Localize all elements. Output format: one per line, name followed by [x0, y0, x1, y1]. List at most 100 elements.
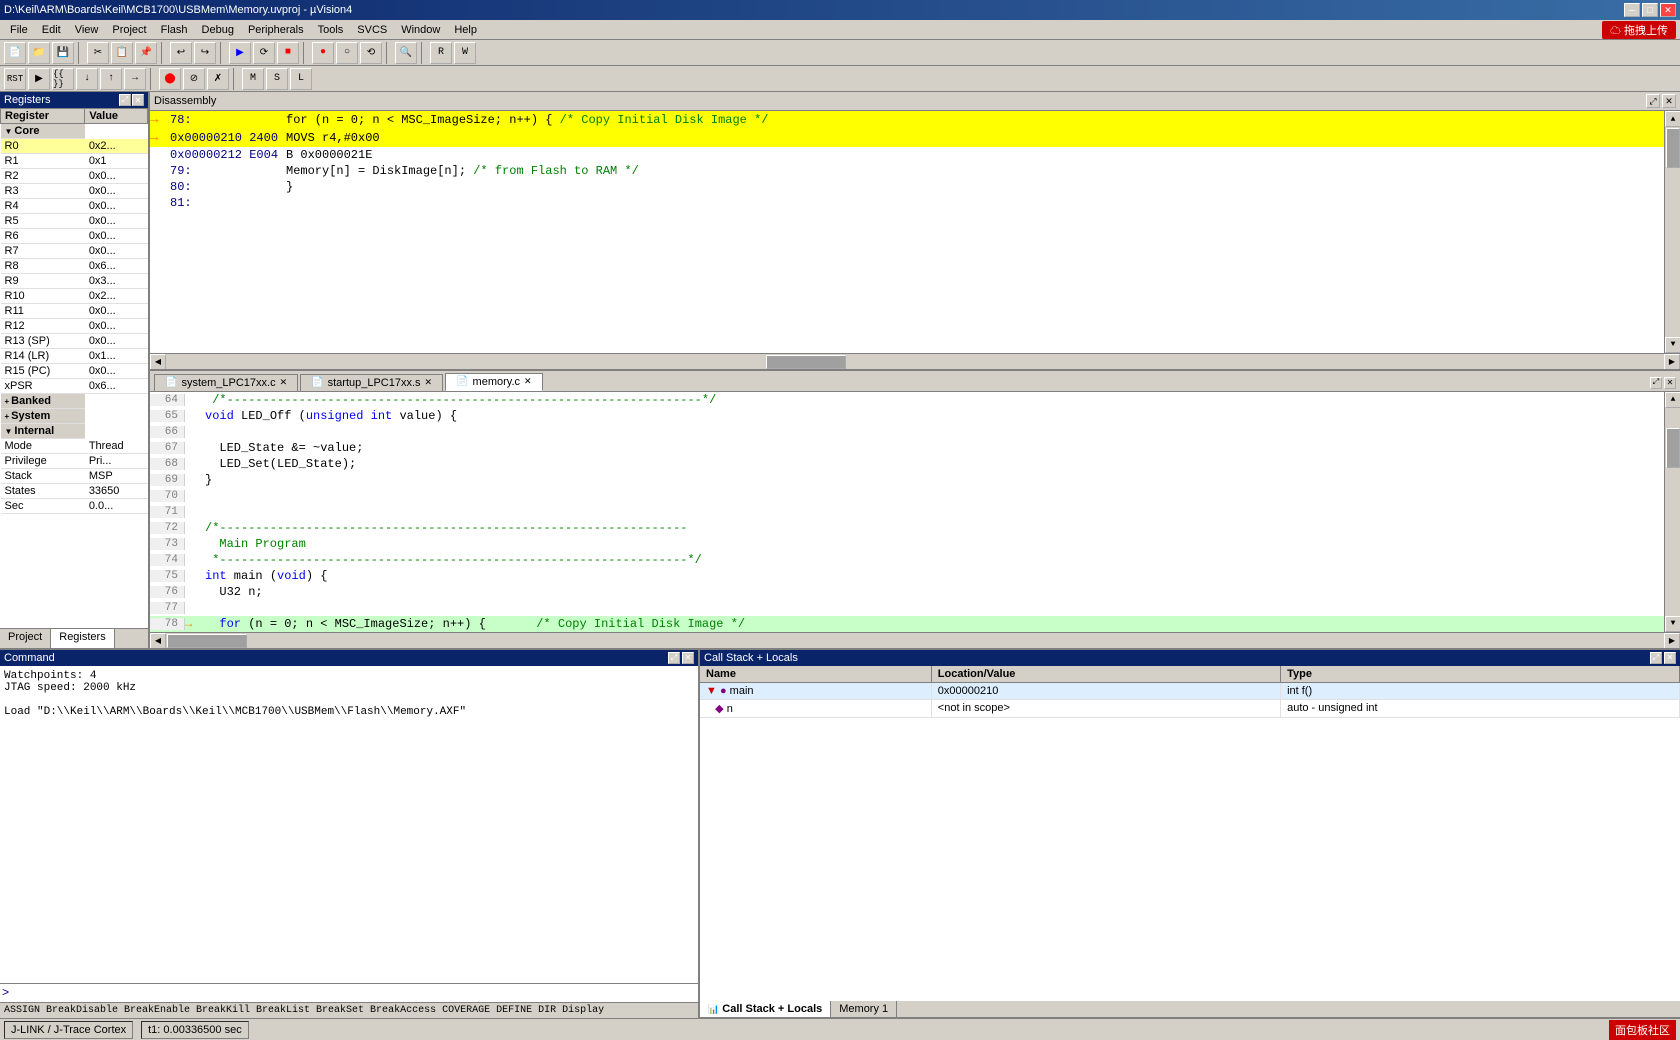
watch-button[interactable]: W [454, 42, 476, 64]
register-r9[interactable]: R90x3... [1, 274, 148, 289]
register-r14lr[interactable]: R14 (LR)0x1... [1, 349, 148, 364]
disasm-hscroll-right[interactable]: ▶ [1664, 354, 1680, 370]
register-r11[interactable]: R110x0... [1, 304, 148, 319]
menu-edit[interactable]: Edit [36, 22, 67, 38]
disasm-scroll-track[interactable] [1665, 127, 1680, 337]
register-privilege[interactable]: PrivilegePri... [1, 454, 148, 469]
disasm-close-button[interactable]: ✕ [1662, 94, 1676, 108]
zoom-button[interactable]: 🔍 [395, 42, 417, 64]
register-mode[interactable]: ModeThread [1, 439, 148, 454]
register-r13sp[interactable]: R13 (SP)0x0... [1, 334, 148, 349]
tab-project[interactable]: Project [0, 629, 51, 648]
callstack-tab-memory[interactable]: Memory 1 [831, 1001, 897, 1017]
rst-button[interactable]: RST [4, 68, 26, 90]
registers-button[interactable]: R [430, 42, 452, 64]
step-into[interactable]: ↓ [76, 68, 98, 90]
breakpoint-kill[interactable]: ✗ [207, 68, 229, 90]
register-r2[interactable]: R20x0... [1, 169, 148, 184]
close-button[interactable]: ✕ [1660, 3, 1676, 17]
tab-memory-c[interactable]: 📄 memory.c ✕ [445, 373, 542, 391]
callstack-close[interactable]: ✕ [1664, 652, 1676, 664]
command-input-field[interactable] [13, 987, 696, 999]
code-hscroll-track[interactable] [166, 633, 1664, 648]
reg-group-core[interactable]: ▼ Core [1, 124, 148, 140]
menu-view[interactable]: View [69, 22, 105, 38]
code-hscrollbar[interactable]: ◀ ▶ [150, 632, 1680, 648]
command-input-area[interactable]: > [0, 983, 698, 1002]
command-close[interactable]: ✕ [682, 652, 694, 664]
callstack-float[interactable]: ⤢ [1650, 652, 1662, 664]
disasm-float-button[interactable]: ⤢ [1646, 94, 1660, 108]
rebuild-button[interactable]: ⟳ [253, 42, 275, 64]
disasm-hscroll-left[interactable]: ◀ [150, 354, 166, 370]
register-r5[interactable]: R50x0... [1, 214, 148, 229]
redo-button[interactable]: ↪ [194, 42, 216, 64]
open-button[interactable]: 📁 [28, 42, 50, 64]
menu-peripherals[interactable]: Peripherals [242, 22, 310, 38]
tab-startup-close[interactable]: ✕ [425, 377, 433, 388]
reg-group-banked[interactable]: + Banked [1, 394, 148, 410]
register-r15pc[interactable]: R15 (PC)0x0... [1, 364, 148, 379]
register-r1[interactable]: R10x1 [1, 154, 148, 169]
debug-stop[interactable]: ○ [336, 42, 358, 64]
register-r10[interactable]: R100x2... [1, 289, 148, 304]
register-sec[interactable]: Sec0.0... [1, 499, 148, 514]
debug-reset[interactable]: ⟲ [360, 42, 382, 64]
code-vscrollbar[interactable]: ▲ ▼ [1664, 392, 1680, 632]
code-scroll-up[interactable]: ▲ [1665, 392, 1680, 408]
menu-project[interactable]: Project [106, 22, 152, 38]
memory-button[interactable]: M [242, 68, 264, 90]
cut-button[interactable]: ✂ [87, 42, 109, 64]
menu-file[interactable]: File [4, 22, 34, 38]
tab-startup-lpc17[interactable]: 📄 startup_LPC17xx.s ✕ [300, 374, 443, 391]
callstack-row-main[interactable]: ▼ ● main 0x00000210 int f() [700, 682, 1680, 699]
menu-tools[interactable]: Tools [312, 22, 350, 38]
disasm-hscroll-track[interactable] [166, 354, 1664, 369]
register-r8[interactable]: R80x6... [1, 259, 148, 274]
register-r7[interactable]: R70x0... [1, 244, 148, 259]
disasm-vscrollbar[interactable]: ▲ ▼ [1664, 111, 1680, 353]
maximize-button[interactable]: □ [1642, 3, 1658, 17]
menu-flash[interactable]: Flash [155, 22, 194, 38]
build-button[interactable]: ▶ [229, 42, 251, 64]
register-r4[interactable]: R40x0... [1, 199, 148, 214]
step-out[interactable]: ↑ [100, 68, 122, 90]
register-states[interactable]: States33650 [1, 484, 148, 499]
undo-button[interactable]: ↩ [170, 42, 192, 64]
copy-button[interactable]: 📋 [111, 42, 133, 64]
code-area[interactable]: 64 /*-----------------------------------… [150, 392, 1664, 632]
code-hscroll-right[interactable]: ▶ [1664, 633, 1680, 648]
menu-window[interactable]: Window [395, 22, 446, 38]
debug-start[interactable]: ● [312, 42, 334, 64]
code-scroll-track[interactable] [1665, 408, 1680, 616]
callstack-tab-main[interactable]: 📊 Call Stack + Locals [700, 1001, 831, 1017]
command-float[interactable]: ⤢ [668, 652, 680, 664]
menu-help[interactable]: Help [448, 22, 483, 38]
tab-system-close[interactable]: ✕ [280, 377, 288, 388]
register-r6[interactable]: R60x0... [1, 229, 148, 244]
new-button[interactable]: 📄 [4, 42, 26, 64]
breakpoint-toggle[interactable]: ⬤ [159, 68, 181, 90]
register-r3[interactable]: R30x0... [1, 184, 148, 199]
disasm-scroll-up[interactable]: ▲ [1665, 111, 1680, 127]
disasm-hscrollbar[interactable]: ◀ ▶ [150, 353, 1680, 369]
run-button[interactable]: ▶ [28, 68, 50, 90]
disasm-scroll-down[interactable]: ▼ [1665, 337, 1680, 353]
register-xpsr[interactable]: xPSR0x6... [1, 379, 148, 394]
logic-button[interactable]: L [290, 68, 312, 90]
code-scroll-down[interactable]: ▼ [1665, 616, 1680, 632]
registers-close-button[interactable]: ✕ [132, 94, 144, 106]
register-r0[interactable]: R00x2... [1, 139, 148, 154]
step-next[interactable]: → [124, 68, 146, 90]
tab-registers[interactable]: Registers [51, 629, 114, 648]
register-r12[interactable]: R120x0... [1, 319, 148, 334]
step-over[interactable]: {{ }} [52, 68, 74, 90]
code-hscroll-left[interactable]: ◀ [150, 633, 166, 648]
menu-debug[interactable]: Debug [196, 22, 240, 38]
code-float-button[interactable]: ⤢ [1650, 377, 1662, 389]
callstack-row-n[interactable]: ◆ n <not in scope> auto - unsigned int [700, 699, 1680, 717]
serial-button[interactable]: S [266, 68, 288, 90]
reg-group-system[interactable]: + System [1, 409, 148, 424]
cloud-button[interactable]: ☁ 拖拽上传 [1602, 21, 1676, 39]
stop-button[interactable]: ■ [277, 42, 299, 64]
